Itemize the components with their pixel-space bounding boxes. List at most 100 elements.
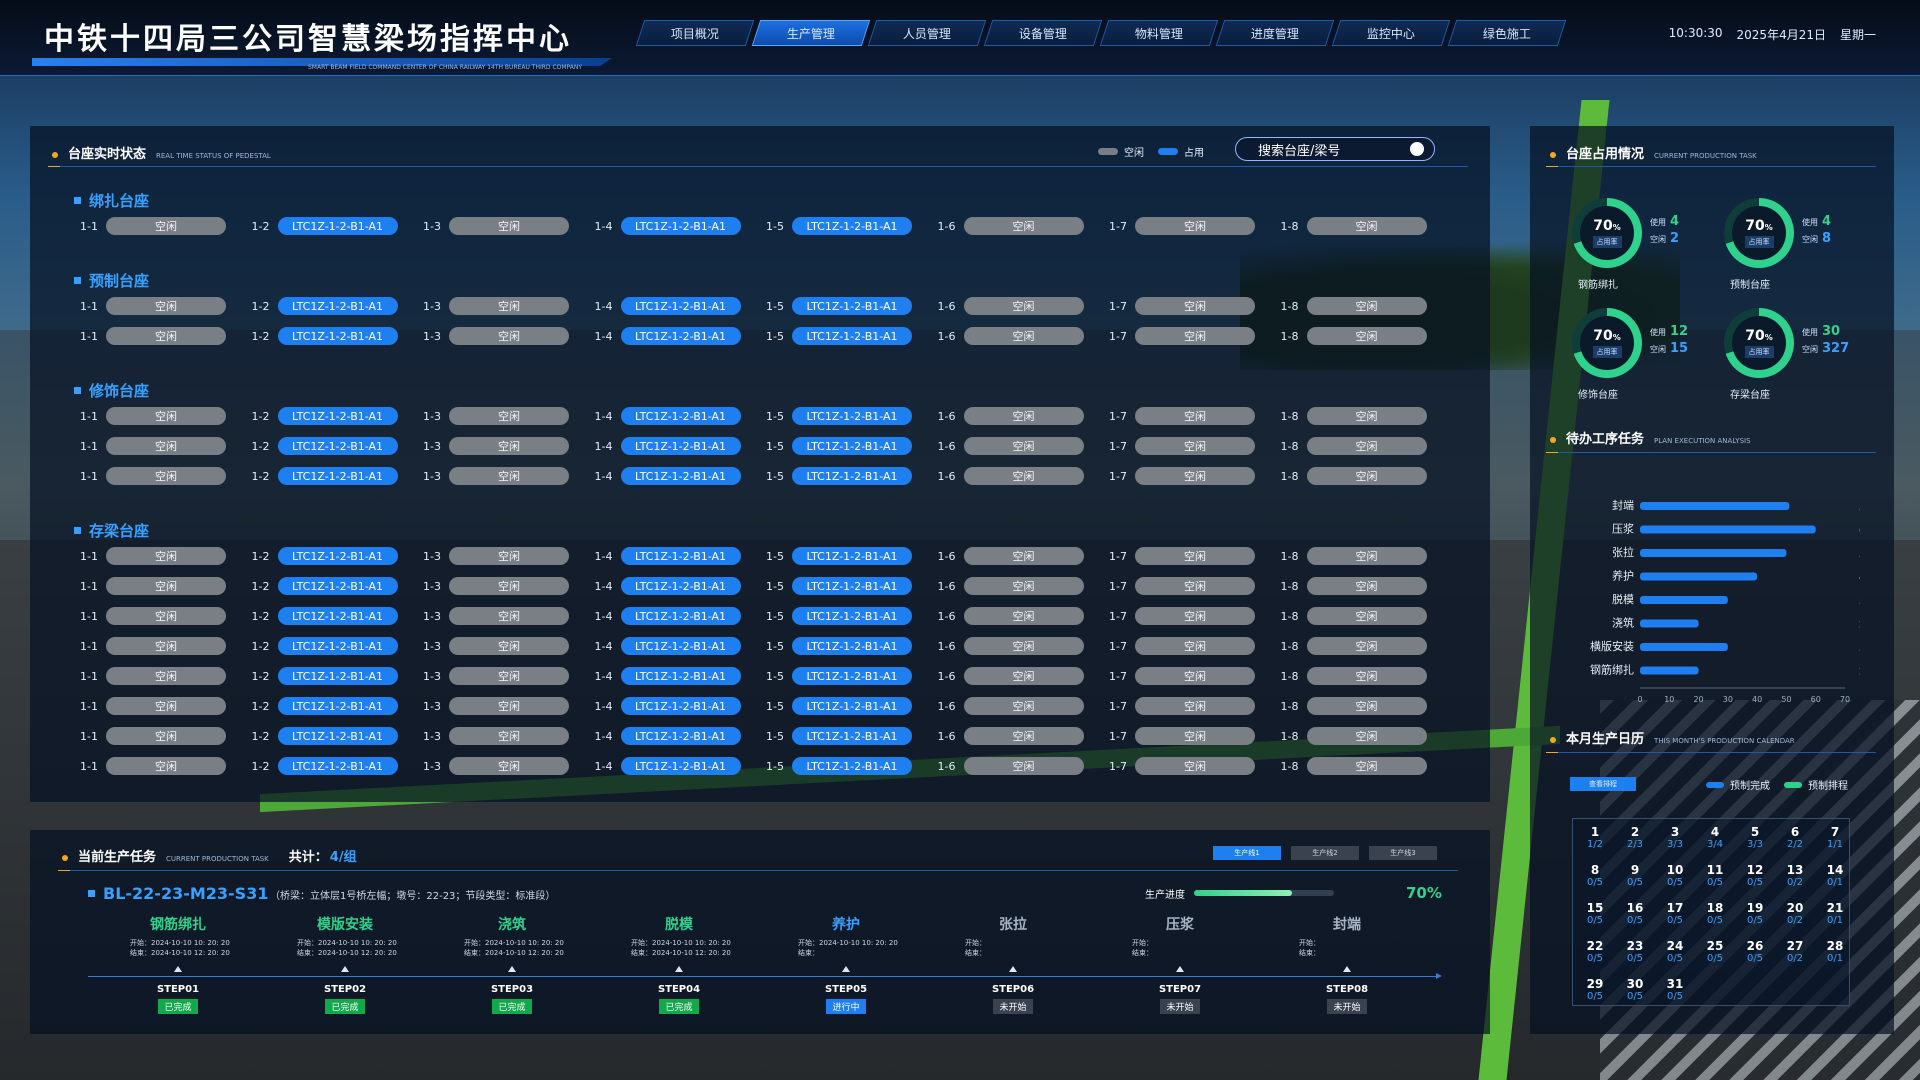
pedestal-used-pill[interactable]: LTC1Z-1-2-B1-A1 xyxy=(277,407,398,425)
pedestal-idle-pill[interactable]: 空闲 xyxy=(963,547,1084,565)
calendar-day[interactable]: 17 0/5 xyxy=(1655,901,1695,927)
search-icon[interactable] xyxy=(1410,142,1424,156)
pedestal-idle-pill[interactable]: 空闲 xyxy=(1306,607,1427,625)
pedestal-idle-pill[interactable]: 空闲 xyxy=(449,407,569,425)
pedestal-idle-pill[interactable]: 空闲 xyxy=(1135,607,1255,625)
production-step[interactable]: 脱模 开始：2024-10-10 10: 20: 20 结束：2024-10-10 … xyxy=(595,914,763,1014)
calendar-day[interactable]: 30 0/5 xyxy=(1615,977,1655,1003)
pedestal-idle-pill[interactable]: 空闲 xyxy=(1306,727,1427,745)
production-line-tab-1[interactable]: 生产线1 xyxy=(1213,846,1281,860)
production-step[interactable]: 钢筋绑扎 开始：2024-10-10 10: 20: 20 结束：2024-10-1… xyxy=(94,914,262,1014)
pedestal-idle-pill[interactable]: 空闲 xyxy=(106,437,226,455)
pedestal-used-pill[interactable]: LTC1Z-1-2-B1-A1 xyxy=(620,437,741,455)
pedestal-idle-pill[interactable]: 空闲 xyxy=(449,697,569,715)
pedestal-idle-pill[interactable]: 空闲 xyxy=(449,757,569,775)
nav-tab-4[interactable]: 设备管理 xyxy=(983,20,1103,46)
pedestal-used-pill[interactable]: LTC1Z-1-2-B1-A1 xyxy=(620,467,741,485)
calendar-day[interactable]: 22 0/5 xyxy=(1575,939,1615,965)
pedestal-used-pill[interactable]: LTC1Z-1-2-B1-A1 xyxy=(277,757,398,775)
pedestal-idle-pill[interactable]: 空闲 xyxy=(963,327,1084,345)
pedestal-idle-pill[interactable]: 空闲 xyxy=(1306,297,1427,315)
pedestal-idle-pill[interactable]: 空闲 xyxy=(1135,727,1255,745)
pedestal-idle-pill[interactable]: 空闲 xyxy=(1135,407,1255,425)
pedestal-used-pill[interactable]: LTC1Z-1-2-B1-A1 xyxy=(620,607,741,625)
pedestal-idle-pill[interactable]: 空闲 xyxy=(963,757,1084,775)
calendar-day[interactable]: 7 1/1 xyxy=(1815,825,1855,851)
pedestal-idle-pill[interactable]: 空闲 xyxy=(106,637,226,655)
pedestal-used-pill[interactable]: LTC1Z-1-2-B1-A1 xyxy=(792,467,912,485)
production-line-tab-2[interactable]: 生产线2 xyxy=(1291,846,1359,860)
pedestal-idle-pill[interactable]: 空闲 xyxy=(1135,327,1255,345)
production-line-tab-3[interactable]: 生产线3 xyxy=(1369,846,1437,860)
pedestal-used-pill[interactable]: LTC1Z-1-2-B1-A1 xyxy=(620,327,741,345)
pedestal-idle-pill[interactable]: 空闲 xyxy=(106,667,226,685)
pedestal-idle-pill[interactable]: 空闲 xyxy=(1306,667,1427,685)
calendar-day[interactable]: 27 0/2 xyxy=(1775,939,1815,965)
view-schedule-button[interactable]: 查看排程 xyxy=(1570,777,1636,791)
calendar-day[interactable]: 24 0/5 xyxy=(1655,939,1695,965)
pedestal-idle-pill[interactable]: 空闲 xyxy=(449,577,569,595)
pedestal-used-pill[interactable]: LTC1Z-1-2-B1-A1 xyxy=(792,297,912,315)
calendar-day[interactable]: 8 0/5 xyxy=(1575,863,1615,889)
pedestal-idle-pill[interactable]: 空闲 xyxy=(1306,467,1427,485)
pedestal-idle-pill[interactable]: 空闲 xyxy=(1135,547,1255,565)
pedestal-idle-pill[interactable]: 空闲 xyxy=(106,577,226,595)
pedestal-idle-pill[interactable]: 空闲 xyxy=(106,297,226,315)
calendar-day[interactable]: 31 0/5 xyxy=(1655,977,1695,1003)
pedestal-idle-pill[interactable]: 空闲 xyxy=(449,727,569,745)
calendar-day[interactable]: 20 0/2 xyxy=(1775,901,1815,927)
calendar-day[interactable]: 13 0/2 xyxy=(1775,863,1815,889)
pedestal-used-pill[interactable]: LTC1Z-1-2-B1-A1 xyxy=(792,327,912,345)
pedestal-idle-pill[interactable]: 空闲 xyxy=(449,547,569,565)
production-step[interactable]: 封端 开始： 结束： STEP08 未开始 xyxy=(1263,914,1431,1014)
pedestal-used-pill[interactable]: LTC1Z-1-2-B1-A1 xyxy=(792,607,912,625)
pedestal-used-pill[interactable]: LTC1Z-1-2-B1-A1 xyxy=(792,547,912,565)
production-step[interactable]: 养护 开始：2024-10-10 10: 20: 20 结束： STEP05 进行中 xyxy=(762,914,930,1014)
production-step[interactable]: 模版安装 开始：2024-10-10 10: 20: 20 结束：2024-10-1… xyxy=(261,914,429,1014)
calendar-day[interactable]: 6 2/2 xyxy=(1775,825,1815,851)
pedestal-used-pill[interactable]: LTC1Z-1-2-B1-A1 xyxy=(620,637,741,655)
calendar-day[interactable]: 19 0/5 xyxy=(1735,901,1775,927)
pedestal-idle-pill[interactable]: 空闲 xyxy=(1306,547,1427,565)
calendar-day[interactable]: 25 0/5 xyxy=(1695,939,1735,965)
pedestal-used-pill[interactable]: LTC1Z-1-2-B1-A1 xyxy=(792,697,912,715)
pedestal-idle-pill[interactable]: 空闲 xyxy=(963,727,1084,745)
nav-tab-1[interactable]: 项目概况 xyxy=(635,20,755,46)
pedestal-idle-pill[interactable]: 空闲 xyxy=(106,757,226,775)
pedestal-used-pill[interactable]: LTC1Z-1-2-B1-A1 xyxy=(792,407,912,425)
pedestal-used-pill[interactable]: LTC1Z-1-2-B1-A1 xyxy=(277,667,398,685)
pedestal-idle-pill[interactable]: 空闲 xyxy=(1306,327,1427,345)
pedestal-used-pill[interactable]: LTC1Z-1-2-B1-A1 xyxy=(277,217,398,235)
pedestal-idle-pill[interactable]: 空闲 xyxy=(1306,637,1427,655)
pedestal-idle-pill[interactable]: 空闲 xyxy=(963,637,1084,655)
pedestal-used-pill[interactable]: LTC1Z-1-2-B1-A1 xyxy=(620,547,741,565)
pedestal-used-pill[interactable]: LTC1Z-1-2-B1-A1 xyxy=(277,437,398,455)
pedestal-idle-pill[interactable]: 空闲 xyxy=(963,467,1084,485)
pedestal-idle-pill[interactable]: 空闲 xyxy=(1306,437,1427,455)
pedestal-idle-pill[interactable]: 空闲 xyxy=(449,437,569,455)
calendar-day[interactable]: 15 0/5 xyxy=(1575,901,1615,927)
pedestal-used-pill[interactable]: LTC1Z-1-2-B1-A1 xyxy=(277,727,398,745)
nav-tab-5[interactable]: 物料管理 xyxy=(1099,20,1219,46)
pedestal-idle-pill[interactable]: 空闲 xyxy=(449,467,569,485)
pedestal-used-pill[interactable]: LTC1Z-1-2-B1-A1 xyxy=(792,437,912,455)
pedestal-idle-pill[interactable]: 空闲 xyxy=(963,407,1084,425)
pedestal-used-pill[interactable]: LTC1Z-1-2-B1-A1 xyxy=(277,577,398,595)
pedestal-used-pill[interactable]: LTC1Z-1-2-B1-A1 xyxy=(792,757,912,775)
nav-tab-7[interactable]: 监控中心 xyxy=(1331,20,1451,46)
pedestal-idle-pill[interactable]: 空闲 xyxy=(1135,577,1255,595)
pedestal-idle-pill[interactable]: 空闲 xyxy=(963,697,1084,715)
pedestal-idle-pill[interactable]: 空闲 xyxy=(963,577,1084,595)
pedestal-used-pill[interactable]: LTC1Z-1-2-B1-A1 xyxy=(277,697,398,715)
production-step[interactable]: 张拉 开始： 结束： STEP06 未开始 xyxy=(929,914,1097,1014)
pedestal-used-pill[interactable]: LTC1Z-1-2-B1-A1 xyxy=(277,637,398,655)
pedestal-idle-pill[interactable]: 空闲 xyxy=(449,667,569,685)
pedestal-idle-pill[interactable]: 空闲 xyxy=(449,217,569,235)
calendar-day[interactable]: 29 0/5 xyxy=(1575,977,1615,1003)
pedestal-used-pill[interactable]: LTC1Z-1-2-B1-A1 xyxy=(792,217,912,235)
pedestal-used-pill[interactable]: LTC1Z-1-2-B1-A1 xyxy=(620,407,741,425)
pedestal-idle-pill[interactable]: 空闲 xyxy=(1135,217,1255,235)
pedestal-idle-pill[interactable]: 空闲 xyxy=(1135,637,1255,655)
pedestal-used-pill[interactable]: LTC1Z-1-2-B1-A1 xyxy=(792,727,912,745)
pedestal-used-pill[interactable]: LTC1Z-1-2-B1-A1 xyxy=(620,297,741,315)
